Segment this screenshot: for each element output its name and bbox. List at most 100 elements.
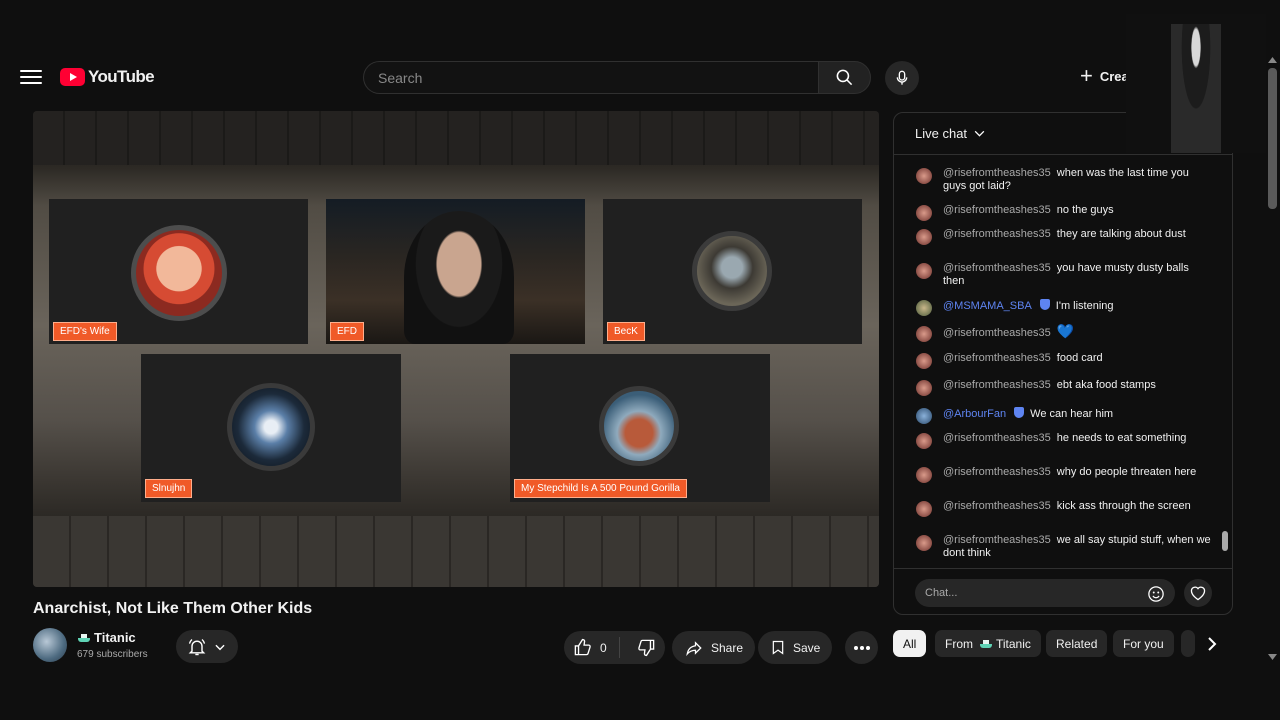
chat-message: @risefromtheashes35 food card <box>916 352 1211 369</box>
search-icon <box>836 69 853 86</box>
chevron-down-icon <box>215 644 225 650</box>
emoji-icon[interactable] <box>1147 585 1165 603</box>
scroll-up-arrow-icon[interactable] <box>1268 57 1277 63</box>
user-avatar[interactable] <box>916 433 932 449</box>
webcam-person <box>404 211 514 344</box>
chat-message: @risefromtheashes35 they are talking abou… <box>916 228 1211 245</box>
page-scrollbar-thumb[interactable] <box>1268 68 1277 209</box>
pip-person <box>1171 24 1221 153</box>
channel-avatar[interactable] <box>33 628 67 662</box>
chat-message: @risefromtheashes35 💙 <box>916 323 1211 342</box>
user-avatar[interactable] <box>916 380 932 396</box>
user-avatar[interactable] <box>916 501 932 517</box>
like-button[interactable]: 0 <box>564 637 620 658</box>
live-chat-panel: Live chat @risefromtheashes35 when was th… <box>893 112 1233 615</box>
heart-icon <box>1190 586 1206 601</box>
chat-author[interactable]: @risefromtheashes35 <box>943 327 1051 339</box>
chat-author[interactable]: @risefromtheashes35 <box>943 167 1051 179</box>
scroll-down-arrow-icon[interactable] <box>1268 654 1277 660</box>
participant-name-tag: EFD's Wife <box>53 322 117 341</box>
chip-partial[interactable] <box>1181 630 1195 657</box>
chat-author[interactable]: @risefromtheashes35 <box>943 534 1051 546</box>
chat-author-moderator[interactable]: @MSMAMA_SBA <box>943 300 1032 312</box>
bell-icon <box>188 638 206 655</box>
video-title: Anarchist, Not Like Them Other Kids <box>33 600 313 617</box>
participant-tile: Slnujhn <box>141 354 401 502</box>
chip-all[interactable]: All <box>893 630 927 657</box>
user-avatar[interactable] <box>916 408 932 424</box>
video-player[interactable]: EFD's Wife EFD BecK Slnujhn My Stepchild… <box>33 111 879 587</box>
chevron-right-icon[interactable] <box>1206 637 1218 651</box>
user-avatar[interactable] <box>916 205 932 221</box>
dislike-button[interactable] <box>627 638 656 657</box>
stage-ceiling <box>33 111 879 165</box>
more-actions-button[interactable] <box>845 631 878 664</box>
user-avatar[interactable] <box>916 535 932 551</box>
heart-reaction-button[interactable] <box>1184 579 1212 607</box>
chat-input[interactable] <box>915 579 1175 607</box>
chat-author[interactable]: @risefromtheashes35 <box>943 352 1051 364</box>
search-button[interactable] <box>818 61 871 94</box>
chat-author[interactable]: @risefromtheashes35 <box>943 500 1051 512</box>
chat-text: kick ass through the screen <box>1056 500 1191 512</box>
chat-message: @MSMAMA_SBA I'm listening <box>916 299 1211 316</box>
chat-author-moderator[interactable]: @ArbourFan <box>943 408 1006 420</box>
live-chat-title: Live chat <box>915 126 968 141</box>
channel-name-text: Titanic <box>94 630 136 645</box>
participant-avatar <box>131 225 227 321</box>
user-avatar[interactable] <box>916 353 932 369</box>
chat-author[interactable]: @risefromtheashes35 <box>943 466 1051 478</box>
chip-from-channel[interactable]: From Titanic <box>935 630 1041 657</box>
chat-input-bar <box>894 568 1232 614</box>
more-horizontal-icon <box>853 645 870 650</box>
chat-author[interactable]: @risefromtheashes35 <box>943 228 1051 240</box>
chat-text: no the guys <box>1056 204 1114 216</box>
participant-avatar <box>692 231 772 311</box>
thumbs-down-icon <box>638 639 655 657</box>
chat-scrollbar-thumb[interactable] <box>1222 531 1228 551</box>
chat-message: @ArbourFan We can hear him <box>916 407 1211 424</box>
chat-scrollbar[interactable] <box>1222 161 1228 561</box>
chat-message: @risefromtheashes35 kick ass through the … <box>916 500 1211 517</box>
participant-avatar <box>227 383 315 471</box>
picture-in-picture-window[interactable] <box>1126 14 1266 153</box>
menu-icon[interactable] <box>20 66 42 88</box>
share-icon <box>686 640 702 656</box>
play-logo-icon <box>60 68 85 86</box>
user-avatar[interactable] <box>916 326 932 342</box>
chat-message: @risefromtheashes35 ebt aka food stamps <box>916 379 1211 396</box>
user-avatar[interactable] <box>916 467 932 483</box>
chat-author[interactable]: @risefromtheashes35 <box>943 262 1051 274</box>
chat-text: why do people threaten here <box>1056 466 1197 478</box>
chat-text: I'm listening <box>1055 300 1114 312</box>
channel-name[interactable]: Titanic <box>77 630 136 645</box>
save-button[interactable]: Save <box>758 631 833 664</box>
user-avatar[interactable] <box>916 168 932 184</box>
chat-author[interactable]: @risefromtheashes35 <box>943 204 1051 216</box>
youtube-logo[interactable]: YouTube <box>60 67 155 87</box>
chat-message-list: @risefromtheashes35 when was the last tim… <box>894 157 1222 567</box>
microphone-icon <box>896 70 908 85</box>
thumbs-up-icon <box>574 638 591 656</box>
ship-emoji-icon <box>77 633 91 642</box>
chat-author[interactable]: @risefromtheashes35 <box>943 432 1051 444</box>
chat-text: 💙 <box>1056 323 1075 339</box>
chat-author[interactable]: @risefromtheashes35 <box>943 379 1051 391</box>
chip-for-you[interactable]: For you <box>1113 630 1174 657</box>
chip-related[interactable]: Related <box>1046 630 1108 657</box>
chat-message: @risefromtheashes35 why do people threate… <box>916 466 1211 483</box>
user-avatar[interactable] <box>916 229 932 245</box>
save-label: Save <box>793 640 821 655</box>
participant-webcam-tile: EFD <box>326 199 585 344</box>
user-avatar[interactable] <box>916 300 932 316</box>
notifications-button[interactable] <box>176 630 238 663</box>
ship-emoji-icon <box>979 639 993 648</box>
share-button[interactable]: Share <box>672 631 756 664</box>
user-avatar[interactable] <box>916 263 932 279</box>
participant-avatar <box>599 386 679 466</box>
participant-tile: My Stepchild Is A 500 Pound Gorilla <box>510 354 770 502</box>
search-input[interactable] <box>363 61 819 94</box>
moderator-badge-icon <box>1014 407 1025 418</box>
voice-search-button[interactable] <box>885 61 919 95</box>
chevron-down-icon <box>974 130 985 137</box>
